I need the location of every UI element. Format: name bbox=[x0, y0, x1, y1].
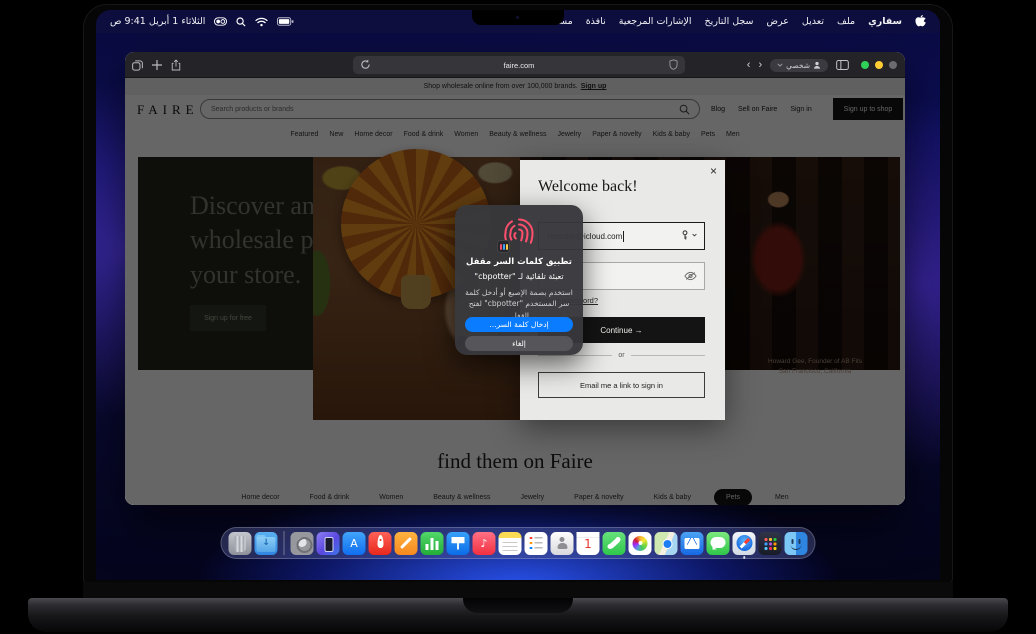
safari-toolbar: faire.com ‹ › شخصي bbox=[125, 52, 905, 78]
tab-overview-icon[interactable] bbox=[132, 59, 143, 71]
dock-app-store-icon[interactable]: A bbox=[342, 531, 366, 555]
passwords-app-badge-icon bbox=[497, 240, 510, 253]
close-window-button[interactable] bbox=[889, 61, 897, 69]
running-app-indicator bbox=[742, 556, 746, 559]
close-icon[interactable]: × bbox=[710, 165, 717, 177]
cancel-button[interactable]: إلغاء bbox=[465, 336, 573, 351]
control-center-icon[interactable] bbox=[214, 17, 228, 26]
dock-apps-grid-icon[interactable] bbox=[758, 531, 782, 555]
back-button[interactable]: ‹ bbox=[747, 59, 751, 71]
menu-item[interactable]: سجل التاريخ bbox=[705, 16, 754, 27]
dock-pages-icon[interactable] bbox=[394, 531, 418, 555]
dock-downloads-folder-icon[interactable]: ↓ bbox=[254, 531, 278, 555]
touch-id-body: استخدم بصمة الإصبع أو أدخل كلمة سر المست… bbox=[465, 288, 573, 320]
menu-item[interactable]: ملف bbox=[837, 16, 855, 27]
dock-rocket-icon[interactable] bbox=[368, 531, 392, 555]
dock: ↓ A ♪ 1 bbox=[220, 527, 816, 559]
zoom-window-button[interactable] bbox=[861, 61, 869, 69]
url-text: faire.com bbox=[503, 60, 535, 70]
wifi-icon[interactable] bbox=[255, 17, 269, 27]
dock-calendar-icon[interactable]: 1 bbox=[576, 531, 600, 555]
menu-item[interactable]: الإشارات المرجعية bbox=[619, 16, 692, 27]
dock-finder-icon[interactable] bbox=[784, 531, 808, 555]
dock-messages-icon[interactable] bbox=[706, 531, 730, 555]
dock-divider bbox=[283, 531, 285, 555]
show-password-icon[interactable] bbox=[684, 271, 697, 281]
spotlight-search-icon[interactable] bbox=[236, 16, 246, 27]
fingerprint-icon bbox=[497, 215, 537, 253]
profile-switcher[interactable]: شخصي bbox=[770, 58, 828, 72]
dock-iphone-mirroring-icon[interactable] bbox=[316, 531, 340, 555]
dock-numbers-icon[interactable] bbox=[420, 531, 444, 555]
minimize-window-button[interactable] bbox=[875, 61, 883, 69]
safari-window: faire.com ‹ › شخصي × Welcome back! cbpot… bbox=[125, 52, 905, 505]
dock-safari-icon[interactable] bbox=[732, 531, 756, 559]
modal-title: Welcome back! bbox=[538, 178, 638, 195]
camera-icon bbox=[516, 16, 519, 19]
dock-keynote-icon[interactable] bbox=[446, 531, 470, 555]
laptop-base bbox=[28, 598, 1008, 632]
dock-mail-icon[interactable] bbox=[680, 531, 704, 555]
dock-contacts-icon[interactable] bbox=[550, 531, 574, 555]
apple-logo-icon[interactable] bbox=[915, 15, 926, 28]
menu-bar-clock[interactable]: الثلاثاء 1 أبريل 9:41 ص bbox=[110, 16, 205, 27]
menu-item[interactable]: نافذة bbox=[586, 16, 606, 27]
desktop: سفاري ملف تعديل عرض سجل التاريخ الإشارات المر… bbox=[96, 10, 940, 580]
battery-icon[interactable] bbox=[277, 17, 294, 26]
dock-music-icon[interactable]: ♪ bbox=[472, 531, 496, 555]
dock-maps-icon[interactable] bbox=[654, 531, 678, 555]
profile-label: شخصي bbox=[786, 60, 810, 70]
macbook: سفاري ملف تعديل عرض سجل التاريخ الإشارات المر… bbox=[0, 0, 1036, 634]
dock-phone-icon[interactable] bbox=[602, 531, 626, 555]
privacy-shield-icon[interactable] bbox=[669, 59, 678, 70]
share-icon[interactable] bbox=[171, 59, 181, 71]
address-bar[interactable]: faire.com bbox=[353, 56, 685, 74]
menu-item[interactable]: عرض bbox=[767, 16, 789, 27]
passwords-key-icon[interactable] bbox=[680, 230, 697, 240]
dock-notes-icon[interactable] bbox=[498, 531, 522, 555]
menu-item[interactable]: تعديل bbox=[802, 16, 824, 27]
touch-id-subtitle: تعبئة تلقائية لـ "cbpotter" bbox=[474, 272, 564, 281]
reload-icon[interactable] bbox=[360, 59, 371, 70]
dock-reminders-icon[interactable] bbox=[524, 531, 548, 555]
dock-photos-icon[interactable] bbox=[628, 531, 652, 555]
new-tab-icon[interactable] bbox=[152, 60, 162, 70]
lid-lift-notch bbox=[463, 598, 573, 613]
text-caret bbox=[623, 230, 625, 242]
forward-button[interactable]: › bbox=[758, 59, 762, 71]
window-controls bbox=[861, 61, 897, 69]
touch-id-dialog: تطبيق كلمات السر مقفل تعبئة تلقائية لـ "… bbox=[455, 205, 583, 355]
email-link-button[interactable]: Email me a link to sign in bbox=[538, 372, 705, 398]
sidebar-toggle-icon[interactable] bbox=[836, 60, 849, 70]
display-notch bbox=[472, 10, 564, 25]
dock-trash-icon[interactable] bbox=[228, 531, 252, 555]
enter-password-button[interactable]: إدخال كلمة السر... bbox=[465, 317, 573, 332]
touch-id-title: تطبيق كلمات السر مقفل bbox=[466, 257, 572, 267]
menu-item[interactable]: سفاري bbox=[868, 16, 902, 27]
dock-settings-icon[interactable] bbox=[290, 531, 314, 555]
